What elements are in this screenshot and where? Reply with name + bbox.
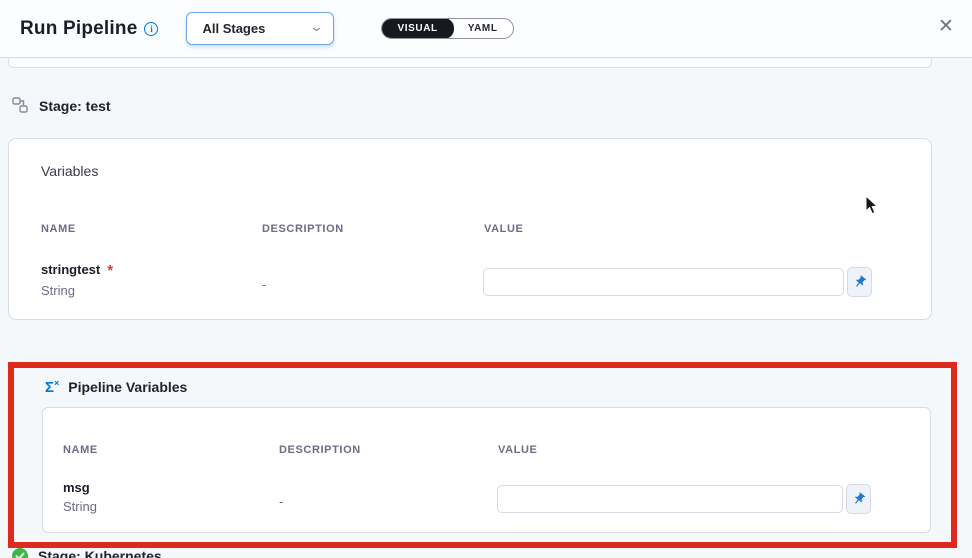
chevron-down-icon: ⌄ bbox=[308, 20, 323, 33]
column-header-description: DESCRIPTION bbox=[279, 444, 361, 456]
info-icon[interactable]: i bbox=[144, 22, 158, 36]
stage-selector-value: All Stages bbox=[202, 21, 310, 36]
variable-value-input[interactable] bbox=[497, 485, 843, 513]
pin-icon[interactable] bbox=[846, 484, 871, 514]
stage-icon bbox=[12, 97, 29, 114]
pipeline-variables-highlight: Σ× Pipeline Variables NAME DESCRIPTION V… bbox=[8, 362, 957, 548]
variable-name: msg bbox=[63, 480, 97, 495]
pipeline-variables-card: NAME DESCRIPTION VALUE msg String - bbox=[42, 407, 931, 533]
variable-name: stringtest bbox=[41, 262, 100, 277]
pipeline-variables-heading: Σ× Pipeline Variables bbox=[45, 379, 187, 395]
table-row: msg String bbox=[63, 480, 97, 514]
column-header-value: VALUE bbox=[484, 223, 523, 235]
column-header-name: NAME bbox=[63, 444, 98, 456]
table-row: stringtest * String bbox=[41, 261, 113, 298]
pin-icon[interactable] bbox=[847, 267, 872, 297]
success-check-icon bbox=[12, 548, 28, 558]
variable-value-input[interactable] bbox=[483, 268, 844, 296]
scrolled-card-remnant bbox=[8, 59, 932, 68]
variable-description: - bbox=[262, 277, 266, 292]
dialog-header: Run Pipeline i All Stages ⌄ VISUAL YAML … bbox=[0, 0, 972, 58]
variable-type: String bbox=[41, 283, 113, 298]
page-title: Run Pipeline bbox=[20, 18, 137, 40]
stage-kubernetes-heading: Stage: Kubernetes bbox=[12, 548, 162, 558]
variable-type: String bbox=[63, 499, 97, 514]
variables-card-title: Variables bbox=[41, 163, 98, 179]
close-icon[interactable]: ✕ bbox=[934, 16, 958, 40]
variable-description: - bbox=[279, 494, 283, 509]
stage-kubernetes-label: Stage: Kubernetes bbox=[38, 548, 162, 558]
column-header-description: DESCRIPTION bbox=[262, 223, 344, 235]
column-header-value: VALUE bbox=[498, 444, 537, 456]
run-pipeline-dialog: Run Pipeline i All Stages ⌄ VISUAL YAML … bbox=[0, 0, 972, 558]
stage-test-label: Stage: test bbox=[39, 98, 111, 114]
sigma-variables-icon: Σ× bbox=[45, 379, 59, 395]
column-header-name: NAME bbox=[41, 223, 76, 235]
required-marker: * bbox=[107, 262, 113, 279]
stage-variables-card: Variables NAME DESCRIPTION VALUE stringt… bbox=[8, 138, 932, 320]
visual-yaml-toggle: VISUAL YAML bbox=[381, 18, 513, 39]
stage-test-heading: Stage: test bbox=[12, 97, 111, 114]
pipeline-variables-title: Pipeline Variables bbox=[68, 379, 187, 395]
tab-visual[interactable]: VISUAL bbox=[381, 18, 453, 39]
tab-yaml[interactable]: YAML bbox=[453, 19, 513, 38]
stage-selector-dropdown[interactable]: All Stages ⌄ bbox=[186, 12, 334, 45]
